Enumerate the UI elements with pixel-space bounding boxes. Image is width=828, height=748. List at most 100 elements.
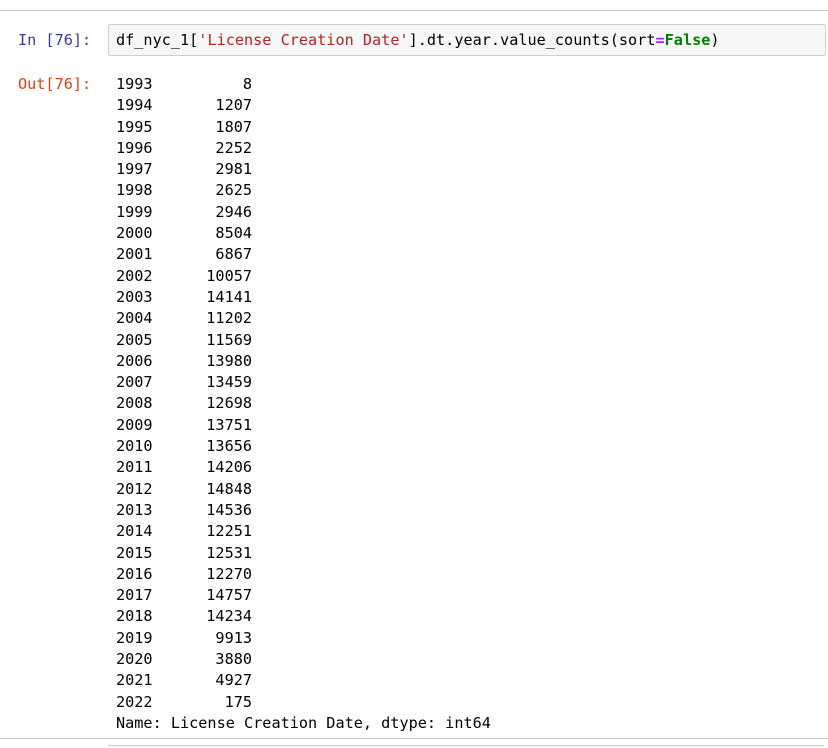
value-count: 4927 bbox=[215, 671, 252, 690]
index-year: 2008 bbox=[116, 394, 153, 413]
output-row: 2018 14234 bbox=[116, 606, 491, 627]
value-count: 6867 bbox=[215, 245, 252, 264]
output-row: 2021 4927 bbox=[116, 670, 491, 691]
value-count: 13751 bbox=[206, 415, 252, 434]
value-count: 11569 bbox=[206, 330, 252, 349]
index-year: 2018 bbox=[116, 607, 153, 626]
value-count: 2946 bbox=[215, 202, 252, 221]
index-year: 2017 bbox=[116, 586, 153, 605]
index-year: 2011 bbox=[116, 458, 153, 477]
index-year: 2004 bbox=[116, 309, 153, 328]
value-count: 14206 bbox=[206, 458, 252, 477]
output-row: 2001 6867 bbox=[116, 244, 491, 265]
output-row: 1994 1207 bbox=[116, 95, 491, 116]
index-year: 2012 bbox=[116, 479, 153, 498]
output-row: 2009 13751 bbox=[116, 415, 491, 436]
output-row: 2007 13459 bbox=[116, 372, 491, 393]
value-count: 14757 bbox=[206, 586, 252, 605]
output-row: 1993 8 bbox=[116, 74, 491, 95]
output-row: 2017 14757 bbox=[116, 585, 491, 606]
cell-separator bbox=[0, 738, 828, 739]
value-count: 14234 bbox=[206, 607, 252, 626]
output-row: 2013 14536 bbox=[116, 500, 491, 521]
index-year: 2020 bbox=[116, 650, 153, 669]
value-count: 2252 bbox=[215, 138, 252, 157]
index-year: 1993 bbox=[116, 75, 153, 93]
code-token: df_nyc_1[ bbox=[116, 31, 199, 49]
index-year: 2019 bbox=[116, 628, 153, 647]
output-row: 2006 13980 bbox=[116, 351, 491, 372]
previous-cell-border bbox=[0, 0, 828, 11]
value-count: 14848 bbox=[206, 479, 252, 498]
value-count: 1807 bbox=[215, 117, 252, 136]
index-year: 2003 bbox=[116, 287, 153, 306]
output-row: 2002 10057 bbox=[116, 266, 491, 287]
code-token: False bbox=[664, 31, 711, 49]
code-token: = bbox=[655, 31, 665, 49]
index-year: 1999 bbox=[116, 202, 153, 221]
index-year: 2016 bbox=[116, 564, 153, 583]
value-count: 12251 bbox=[206, 522, 252, 541]
output-prompt: Out[76]: bbox=[18, 75, 92, 93]
input-prompt: In [76]: bbox=[18, 31, 92, 49]
value-count: 13459 bbox=[206, 373, 252, 392]
output-row: 2012 14848 bbox=[116, 479, 491, 500]
index-year: 1995 bbox=[116, 117, 153, 136]
value-count: 175 bbox=[224, 692, 252, 711]
value-count: 13656 bbox=[206, 437, 252, 456]
value-count: 10057 bbox=[206, 266, 252, 285]
output-area: 1993 8 1994 1207 1995 1807 1996 2252 1997 2981 199… bbox=[116, 74, 491, 734]
value-count: 2625 bbox=[215, 181, 252, 200]
code-token: 'License Creation Date' bbox=[198, 31, 409, 49]
output-row: 2015 12531 bbox=[116, 543, 491, 564]
value-count: 14141 bbox=[206, 287, 252, 306]
value-count: 2981 bbox=[215, 160, 252, 179]
value-count: 12270 bbox=[206, 564, 252, 583]
index-year: 2014 bbox=[116, 522, 153, 541]
index-year: 2007 bbox=[116, 373, 153, 392]
index-year: 2013 bbox=[116, 500, 153, 519]
value-count: 8 bbox=[242, 75, 252, 93]
output-series: 1993 8 1994 1207 1995 1807 1996 2252 1997 2981 199… bbox=[116, 74, 491, 713]
index-year: 2001 bbox=[116, 245, 153, 264]
code-token: ) bbox=[710, 31, 720, 49]
code-input-area[interactable]: df_nyc_1['License Creation Date'].dt.yea… bbox=[108, 24, 826, 56]
value-count: 13980 bbox=[206, 351, 252, 370]
value-count: 12698 bbox=[206, 394, 252, 413]
output-row: 2014 12251 bbox=[116, 521, 491, 542]
index-year: 2009 bbox=[116, 415, 153, 434]
code-token: ].dt.year.value_counts(sort bbox=[408, 31, 656, 49]
output-row: 2005 11569 bbox=[116, 330, 491, 351]
index-year: 1994 bbox=[116, 96, 153, 115]
index-year: 1997 bbox=[116, 160, 153, 179]
index-year: 2002 bbox=[116, 266, 153, 285]
output-row: 2004 11202 bbox=[116, 308, 491, 329]
output-row: 1999 2946 bbox=[116, 202, 491, 223]
input-row: In [76]: df_nyc_1['License Creation Date… bbox=[0, 24, 828, 56]
output-row: 1995 1807 bbox=[116, 117, 491, 138]
value-count: 12531 bbox=[206, 543, 252, 562]
code-line[interactable]: df_nyc_1['License Creation Date'].dt.yea… bbox=[116, 25, 720, 55]
index-year: 2006 bbox=[116, 351, 153, 370]
index-year: 2015 bbox=[116, 543, 153, 562]
index-year: 2022 bbox=[116, 692, 153, 711]
output-row: 1998 2625 bbox=[116, 180, 491, 201]
output-row: 2020 3880 bbox=[116, 649, 491, 670]
output-row: 2010 13656 bbox=[116, 436, 491, 457]
output-row: 2019 9913 bbox=[116, 628, 491, 649]
index-year: 1998 bbox=[116, 181, 153, 200]
output-row: 2022 175 bbox=[116, 692, 491, 713]
index-year: 1996 bbox=[116, 138, 153, 157]
index-year: 2005 bbox=[116, 330, 153, 349]
output-row: 2016 12270 bbox=[116, 564, 491, 585]
index-year: 2021 bbox=[116, 671, 153, 690]
value-count: 1207 bbox=[215, 96, 252, 115]
value-count: 14536 bbox=[206, 500, 252, 519]
output-row: 2000 8504 bbox=[116, 223, 491, 244]
value-count: 3880 bbox=[215, 650, 252, 669]
value-count: 11202 bbox=[206, 309, 252, 328]
output-row: 2011 14206 bbox=[116, 457, 491, 478]
value-count: 9913 bbox=[215, 628, 252, 647]
value-count: 8504 bbox=[215, 224, 252, 243]
output-row: 1997 2981 bbox=[116, 159, 491, 180]
